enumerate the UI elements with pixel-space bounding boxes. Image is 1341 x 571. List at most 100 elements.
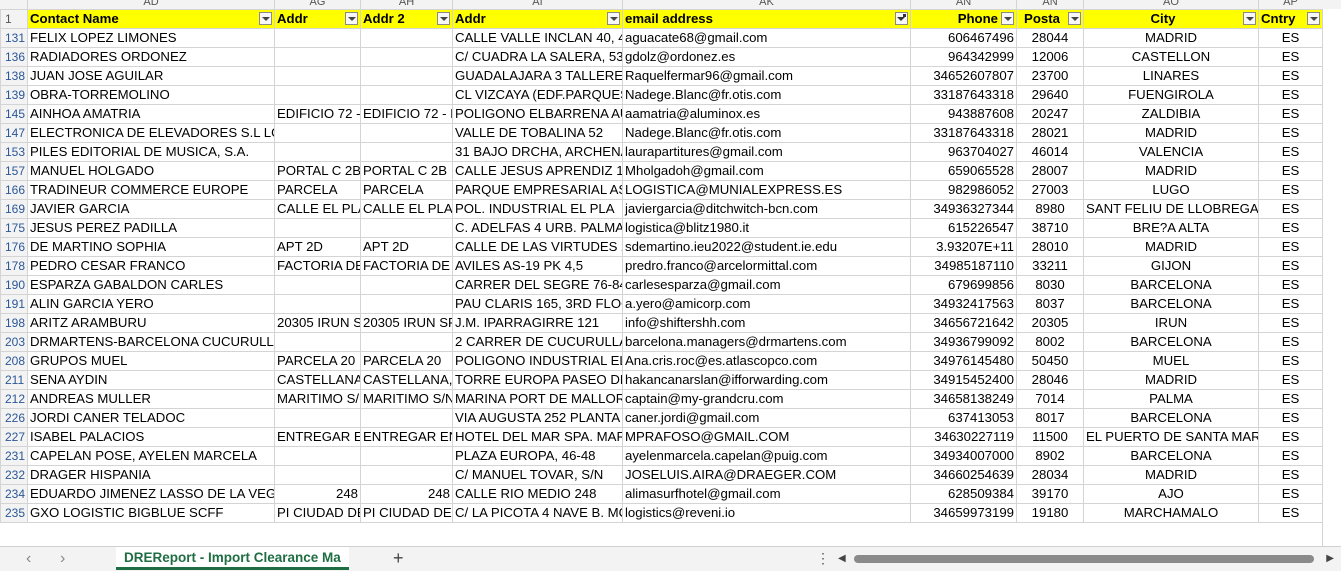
column-letter[interactable]: AI xyxy=(452,0,622,9)
cell-email-address[interactable]: carlesesparza@gmail.com xyxy=(622,275,911,295)
cell-addr[interactable]: PARCELA 20 xyxy=(274,351,361,371)
cell-addr[interactable] xyxy=(274,275,361,295)
cell-addr-3[interactable]: 31 BAJO DRCHA, ARCHENA xyxy=(452,142,623,162)
column-letter[interactable]: AK xyxy=(622,0,910,9)
cell-contact-name[interactable]: JUAN JOSE AGUILAR xyxy=(27,66,275,86)
cell-contact-name[interactable]: TRADINEUR COMMERCE EUROPE xyxy=(27,180,275,200)
cell-contact-name[interactable]: ALIN GARCIA YERO xyxy=(27,294,275,314)
cell-email-address[interactable]: sdemartino.ieu2022@student.ie.edu xyxy=(622,237,911,257)
cell-addr[interactable] xyxy=(274,332,361,352)
cell-city[interactable]: BARCELONA xyxy=(1083,408,1259,428)
cell-city[interactable]: BARCELONA xyxy=(1083,294,1259,314)
cell-postal[interactable]: 28021 xyxy=(1016,123,1084,143)
cell-phone[interactable]: 615226547 xyxy=(910,218,1017,238)
cell-contact-name[interactable]: ELECTRONICA DE ELEVADORES S.L LOLA xyxy=(27,123,275,143)
cell-phone[interactable]: 34659973199 xyxy=(910,503,1017,523)
cell-addr-3[interactable]: J.M. IPARRAGIRRE 121 xyxy=(452,313,623,333)
cell-city[interactable]: MADRID xyxy=(1083,161,1259,181)
cell-addr-3[interactable]: PARQUE EMPRESARIAL AS G xyxy=(452,180,623,200)
cell-postal[interactable]: 38710 xyxy=(1016,218,1084,238)
cell-country[interactable]: ES xyxy=(1258,218,1323,238)
cell-city[interactable]: MADRID xyxy=(1083,237,1259,257)
cell-addr-2[interactable]: FACTORIA DE G xyxy=(360,256,453,276)
cell-addr[interactable]: 248 xyxy=(274,484,361,504)
cell-city[interactable]: ZALDIBIA xyxy=(1083,104,1259,124)
cell-contact-name[interactable]: JESUS PEREZ PADILLA xyxy=(27,218,275,238)
row-number[interactable]: 176 xyxy=(0,237,28,257)
cell-email-address[interactable]: LOGISTICA@MUNIALEXPRESS.ES xyxy=(622,180,911,200)
cell-addr-2[interactable] xyxy=(360,408,453,428)
filter-dropdown-icon[interactable] xyxy=(345,12,358,25)
cell-country[interactable]: ES xyxy=(1258,180,1323,200)
cell-email-address[interactable]: Mholgadoh@gmail.com xyxy=(622,161,911,181)
cell-phone[interactable]: 963704027 xyxy=(910,142,1017,162)
cell-email-address[interactable]: barcelona.managers@drmartens.com xyxy=(622,332,911,352)
cell-contact-name[interactable]: FELIX LOPEZ LIMONES xyxy=(27,28,275,48)
header-phone[interactable]: Phone xyxy=(910,9,1017,29)
cell-contact-name[interactable]: ARITZ ARAMBURU xyxy=(27,313,275,333)
cell-phone[interactable]: 34976145480 xyxy=(910,351,1017,371)
cell-country[interactable]: ES xyxy=(1258,465,1323,485)
cell-addr-3[interactable]: HOTEL DEL MAR SPA. MARIN xyxy=(452,427,623,447)
cell-email-address[interactable]: Ana.cris.roc@es.atlascopco.com xyxy=(622,351,911,371)
sheet-tab-active[interactable]: DREReport - Import Clearance Ma xyxy=(116,547,349,570)
cell-phone[interactable]: 982986052 xyxy=(910,180,1017,200)
cell-addr-3[interactable]: AVILES AS-19 PK 4,5 xyxy=(452,256,623,276)
cell-email-address[interactable]: a.yero@amicorp.com xyxy=(622,294,911,314)
cell-email-address[interactable]: JOSELUIS.AIRA@DRAEGER.COM xyxy=(622,465,911,485)
cell-country[interactable]: ES xyxy=(1258,408,1323,428)
cell-addr[interactable] xyxy=(274,408,361,428)
cell-postal[interactable]: 8980 xyxy=(1016,199,1084,219)
cell-contact-name[interactable]: DRMARTENS-BARCELONA CUCURULLA xyxy=(27,332,275,352)
cell-country[interactable]: ES xyxy=(1258,28,1323,48)
cell-addr-3[interactable]: C. ADELFAS 4 URB. PALMASC xyxy=(452,218,623,238)
row-number[interactable]: 226 xyxy=(0,408,28,428)
cell-addr-2[interactable] xyxy=(360,123,453,143)
cell-phone[interactable]: 34915452400 xyxy=(910,370,1017,390)
cell-email-address[interactable]: MPRAFOSO@GMAIL.COM xyxy=(622,427,911,447)
cell-addr[interactable]: APT 2D xyxy=(274,237,361,257)
cell-addr[interactable]: MARITIMO S/N xyxy=(274,389,361,409)
cell-addr-3[interactable]: CARRER DEL SEGRE 76-84A, 2 xyxy=(452,275,623,295)
cell-addr-2[interactable]: 20305 IRUN SP xyxy=(360,313,453,333)
cell-addr-2[interactable] xyxy=(360,28,453,48)
row-number[interactable]: 212 xyxy=(0,389,28,409)
cell-country[interactable]: ES xyxy=(1258,47,1323,67)
cell-postal[interactable]: 20305 xyxy=(1016,313,1084,333)
filter-dropdown-icon[interactable] xyxy=(1068,12,1081,25)
cell-addr[interactable]: CASTELLANA,9 xyxy=(274,370,361,390)
cell-addr[interactable] xyxy=(274,218,361,238)
cell-phone[interactable]: 34660254639 xyxy=(910,465,1017,485)
header-country[interactable]: Cntry xyxy=(1258,9,1323,29)
cell-phone[interactable]: 34936799092 xyxy=(910,332,1017,352)
row-number[interactable]: 145 xyxy=(0,104,28,124)
filter-dropdown-icon[interactable] xyxy=(437,12,450,25)
cell-addr-3[interactable]: PLAZA EUROPA, 46-48 xyxy=(452,446,623,466)
cell-email-address[interactable]: logistica@blitz1980.it xyxy=(622,218,911,238)
cell-contact-name[interactable]: DE MARTINO SOPHIA xyxy=(27,237,275,257)
cell-addr-3[interactable]: C/ MANUEL TOVAR, S/N xyxy=(452,465,623,485)
cell-city[interactable]: LINARES xyxy=(1083,66,1259,86)
scroll-right-icon[interactable]: ▶ xyxy=(1326,552,1334,566)
cell-addr[interactable] xyxy=(274,142,361,162)
cell-city[interactable]: SANT FELIU DE LLOBREGAT xyxy=(1083,199,1259,219)
row-number[interactable]: 138 xyxy=(0,66,28,86)
row-number[interactable]: 203 xyxy=(0,332,28,352)
cell-country[interactable]: ES xyxy=(1258,313,1323,333)
cell-email-address[interactable]: alimasurfhotel@gmail.com xyxy=(622,484,911,504)
cell-country[interactable]: ES xyxy=(1258,123,1323,143)
cell-postal[interactable]: 28007 xyxy=(1016,161,1084,181)
header-postal[interactable]: Posta xyxy=(1016,9,1084,29)
cell-addr-2[interactable]: PORTAL C 2B xyxy=(360,161,453,181)
cell-addr-3[interactable]: POLIGONO ELBARRENA AUZ xyxy=(452,104,623,124)
cell-addr-2[interactable] xyxy=(360,47,453,67)
cell-addr-2[interactable] xyxy=(360,446,453,466)
cell-city[interactable]: LUGO xyxy=(1083,180,1259,200)
column-letter[interactable]: AO xyxy=(1083,0,1258,9)
row-number[interactable]: 234 xyxy=(0,484,28,504)
cell-city[interactable]: IRUN xyxy=(1083,313,1259,333)
cell-country[interactable]: ES xyxy=(1258,275,1323,295)
cell-addr[interactable] xyxy=(274,123,361,143)
cell-email-address[interactable]: Raquelfermar96@gmail.com xyxy=(622,66,911,86)
cell-country[interactable]: ES xyxy=(1258,351,1323,371)
